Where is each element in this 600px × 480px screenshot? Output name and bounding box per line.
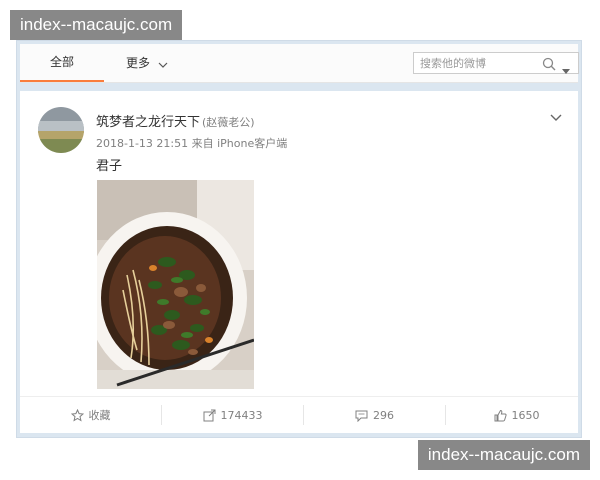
search-box (413, 52, 579, 74)
tab-more-label: 更多 (126, 56, 151, 70)
post-action-bar: 收藏 174433 296 1650 (20, 396, 578, 433)
favorite-label: 收藏 (88, 409, 111, 422)
tab-bar: 全部 更多 (20, 44, 579, 83)
search-icon[interactable] (542, 56, 556, 75)
like-button[interactable]: 1650 (446, 397, 587, 433)
author-name[interactable]: 筑梦者之龙行天下 (96, 115, 200, 130)
search-input[interactable] (420, 55, 538, 71)
post-options-button[interactable] (550, 107, 562, 126)
watermark-top: index--macaujc.com (10, 10, 183, 40)
comment-icon (355, 410, 368, 422)
repost-count: 174433 (220, 408, 263, 422)
tab-more[interactable]: 更多 (126, 44, 168, 82)
comment-count: 296 (373, 408, 394, 422)
comment-button[interactable]: 296 (304, 397, 445, 433)
like-count: 1650 (511, 408, 540, 422)
post-time[interactable]: 2018-1-13 21:51 (96, 137, 188, 150)
post-source: 来自 iPhone客户端 (191, 137, 288, 150)
weibo-feed-frame: 全部 更多 筑梦者之龙行天下(赵薇老公) (16, 40, 582, 438)
post-image[interactable] (97, 180, 254, 389)
tab-all[interactable]: 全部 (20, 44, 104, 82)
dropdown-arrow-icon[interactable] (562, 60, 570, 79)
author-remark: (赵薇老公) (202, 116, 255, 129)
post-text: 君子 (96, 159, 123, 174)
chevron-down-icon (158, 45, 168, 83)
repost-button[interactable]: 174433 (162, 397, 303, 433)
star-icon (70, 408, 84, 422)
avatar[interactable] (38, 107, 84, 153)
repost-icon (203, 409, 215, 421)
weibo-post-card: 筑梦者之龙行天下 (赵薇老公) 2018-1-13 21:51 来自 iPhone… (20, 91, 578, 433)
chevron-down-icon (550, 107, 562, 126)
watermark-bottom: index--macaujc.com (417, 440, 590, 470)
author-line: 筑梦者之龙行天下 (赵薇老公) (96, 111, 255, 130)
post-meta: 2018-1-13 21:51 来自 iPhone客户端 (96, 135, 287, 151)
favorite-button[interactable]: 收藏 (20, 397, 161, 433)
thumbs-up-icon (494, 409, 507, 421)
